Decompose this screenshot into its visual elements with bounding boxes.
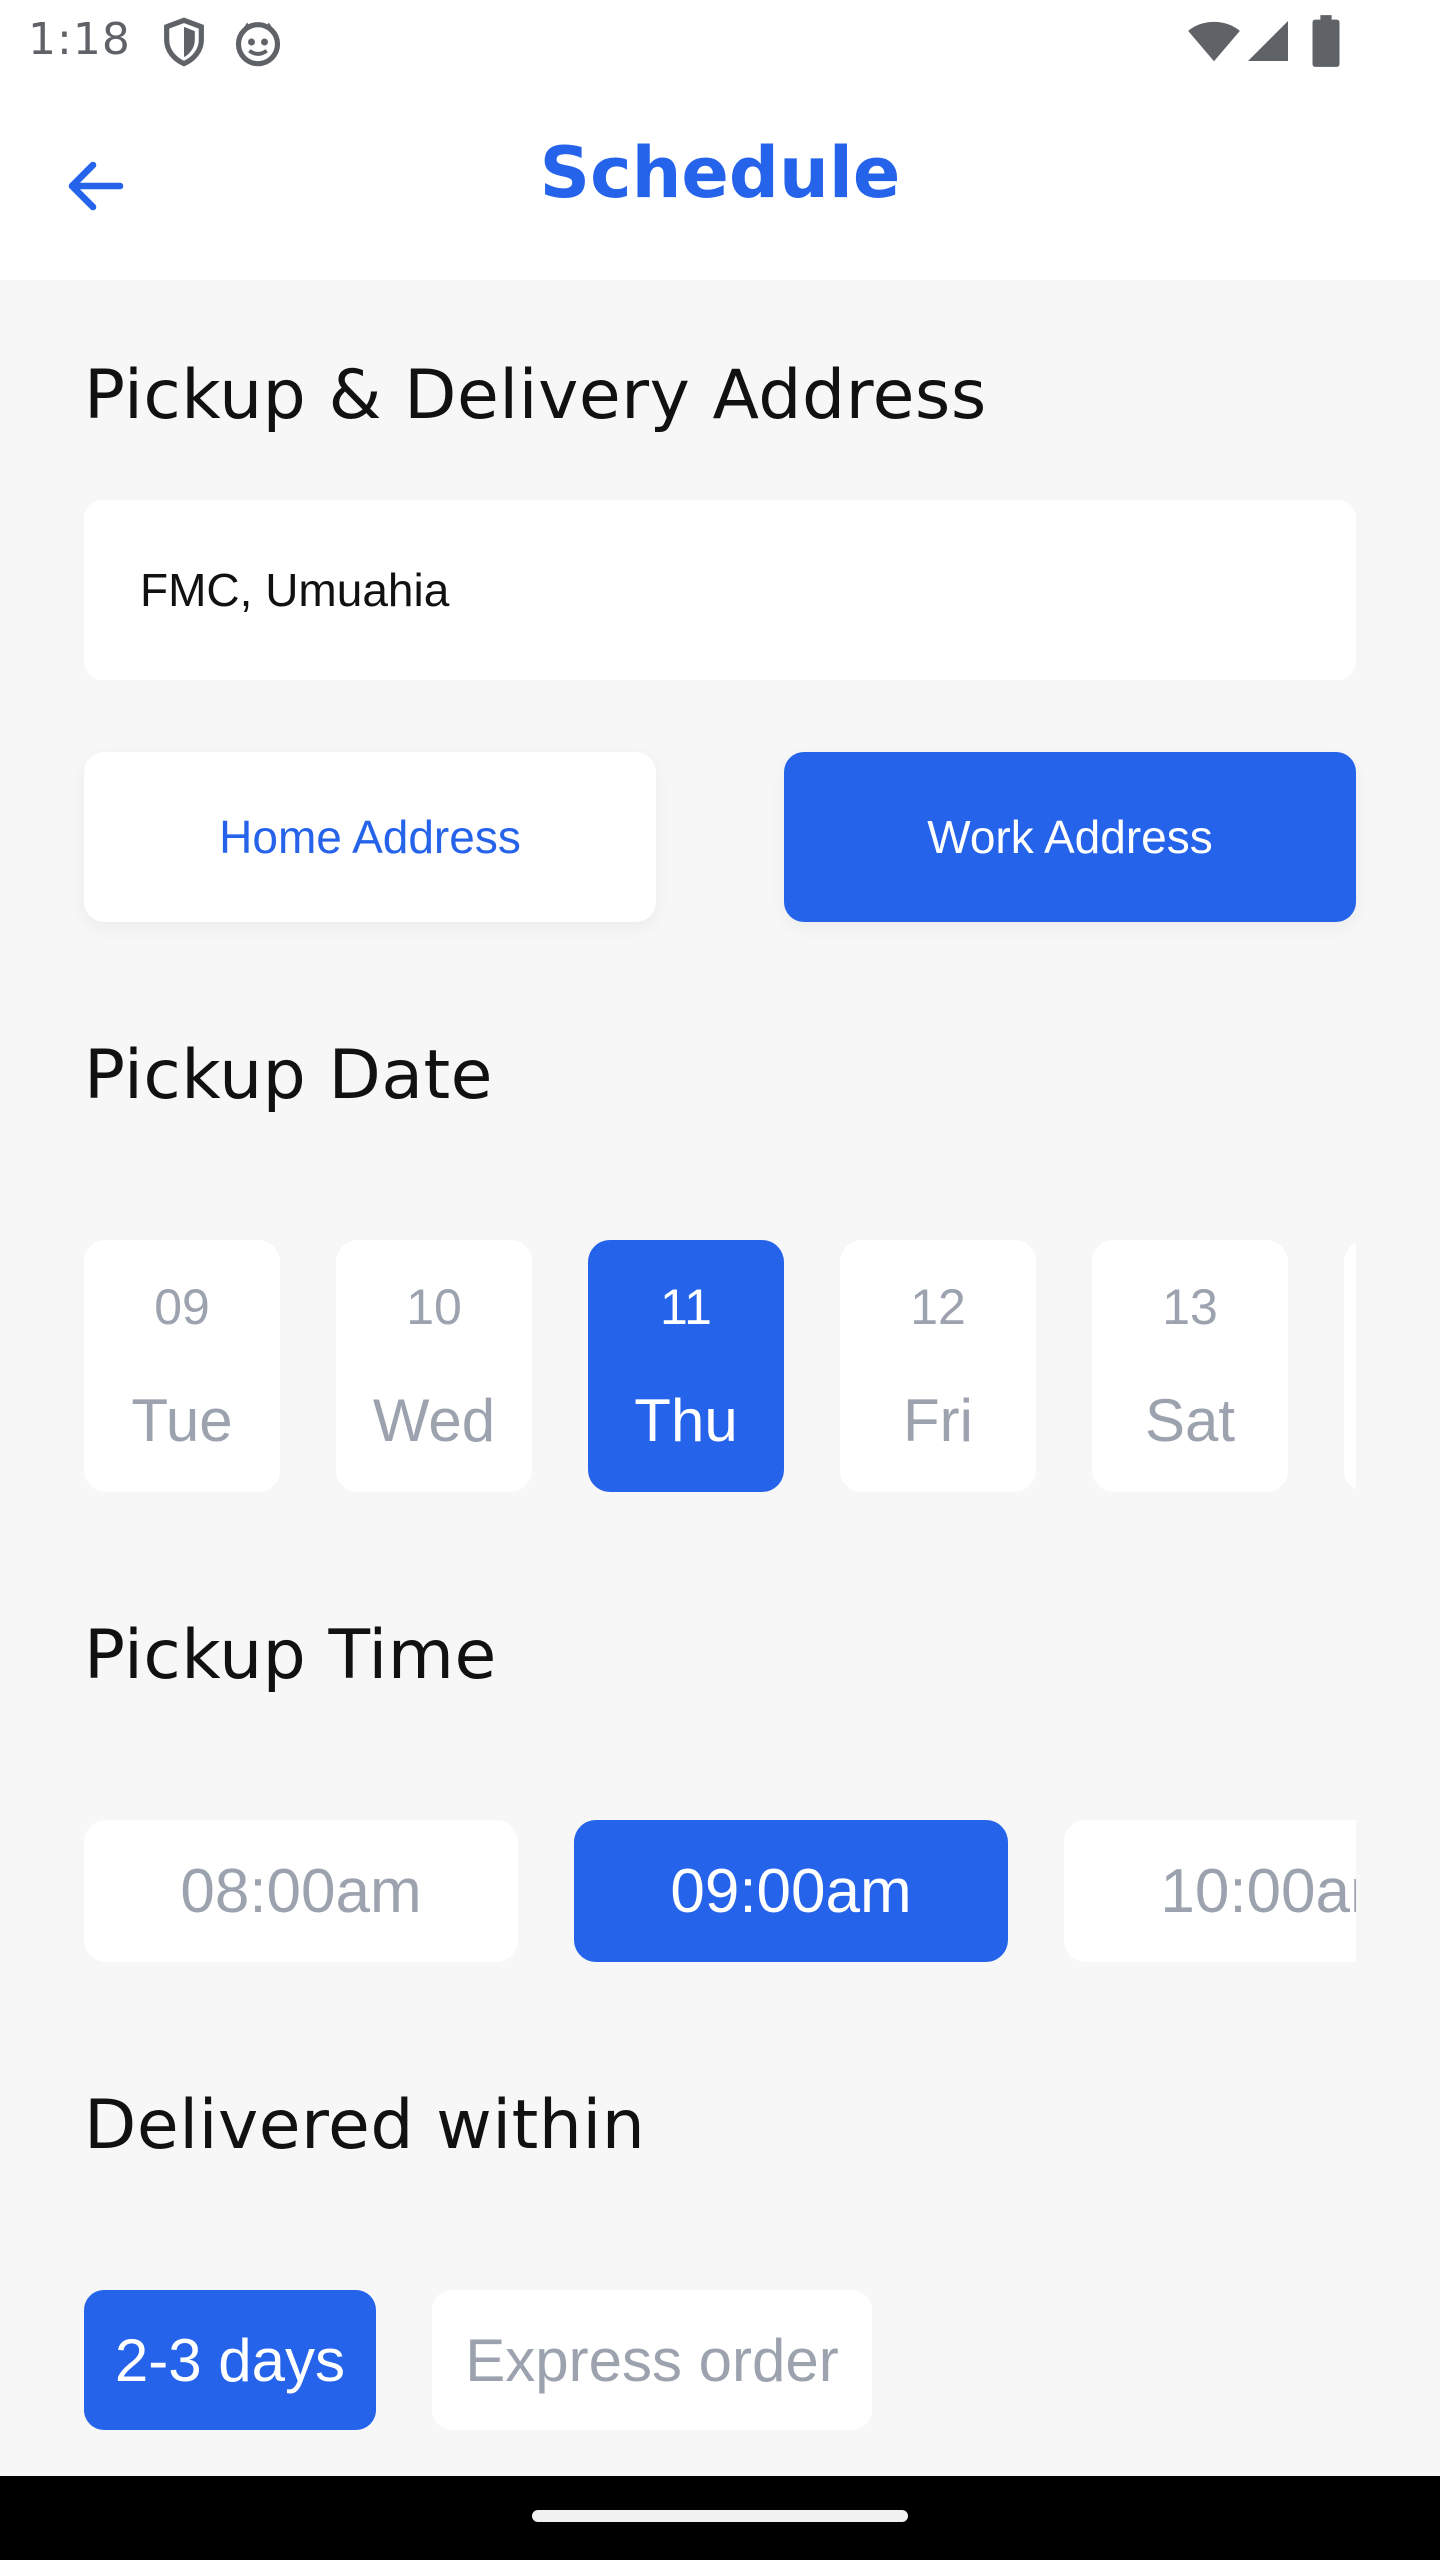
page-title: Schedule bbox=[539, 132, 901, 214]
date-card-partial[interactable] bbox=[1344, 1240, 1356, 1492]
date-weekday: Sat bbox=[1144, 1387, 1236, 1454]
time-scroller[interactable]: 08:00am 09:00am 10:00am bbox=[84, 1820, 1356, 1962]
system-navigation-bar bbox=[0, 2476, 1440, 2560]
cellular-signal-icon bbox=[1248, 21, 1288, 61]
date-card-12[interactable]: 12 Fri bbox=[840, 1240, 1036, 1492]
date-weekday: Thu bbox=[634, 1387, 738, 1454]
date-weekday: Tue bbox=[131, 1387, 233, 1454]
date-number: 13 bbox=[1162, 1279, 1218, 1335]
time-chip-1000[interactable]: 10:00am bbox=[1064, 1820, 1356, 1962]
date-card-13[interactable]: 13 Sat bbox=[1092, 1240, 1288, 1492]
shield-icon bbox=[164, 17, 204, 67]
date-number: 12 bbox=[910, 1279, 966, 1335]
cat-face-icon bbox=[235, 22, 281, 67]
date-number: 09 bbox=[154, 1279, 210, 1335]
date-weekday: Fri bbox=[903, 1387, 973, 1454]
delivered-within-title: Delivered within bbox=[84, 2086, 646, 2165]
date-number: 10 bbox=[406, 1279, 462, 1335]
app-header: Schedule bbox=[0, 84, 1440, 280]
work-address-button[interactable]: Work Address bbox=[784, 752, 1356, 922]
address-field[interactable]: FMC, Umuahia bbox=[84, 500, 1356, 680]
pickup-date-title: Pickup Date bbox=[84, 1036, 493, 1115]
pickup-time-title: Pickup Time bbox=[84, 1616, 497, 1695]
date-card-10[interactable]: 10 Wed bbox=[336, 1240, 532, 1492]
home-indicator[interactable] bbox=[532, 2510, 908, 2522]
battery-icon bbox=[1312, 15, 1340, 67]
date-card-11[interactable]: 11 Thu bbox=[588, 1240, 784, 1492]
date-number: 11 bbox=[660, 1279, 712, 1335]
status-bar: 1:18 bbox=[0, 0, 1440, 84]
address-value: FMC, Umuahia bbox=[140, 564, 450, 616]
time-chip-0800[interactable]: 08:00am bbox=[84, 1820, 518, 1962]
date-card-09[interactable]: 09 Tue bbox=[84, 1240, 280, 1492]
status-time: 1:18 bbox=[28, 14, 131, 65]
delivery-option-express[interactable]: Express order bbox=[432, 2290, 872, 2430]
address-section-title: Pickup & Delivery Address bbox=[84, 356, 987, 435]
home-address-button[interactable]: Home Address bbox=[84, 752, 656, 922]
delivery-option-2-3-days[interactable]: 2-3 days bbox=[84, 2290, 376, 2430]
date-scroller[interactable]: 09 Tue 10 Wed 11 Thu 12 Fri 13 Sat bbox=[84, 1240, 1356, 1492]
wifi-icon bbox=[1188, 21, 1240, 62]
date-weekday: Wed bbox=[372, 1387, 496, 1454]
time-chip-0900[interactable]: 09:00am bbox=[574, 1820, 1008, 1962]
